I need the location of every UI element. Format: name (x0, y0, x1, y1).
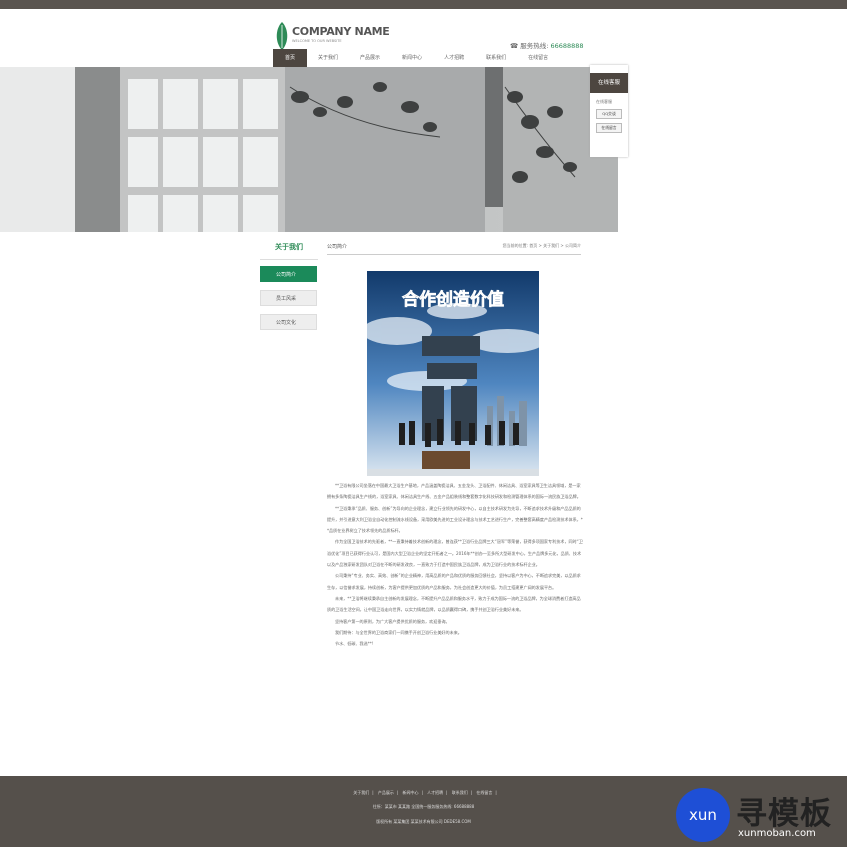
banner-image (0, 67, 618, 232)
footer-link-message[interactable]: 在线留言 (476, 790, 492, 795)
nav-item-contact[interactable]: 联系我们 (475, 49, 517, 67)
article-paragraph: 我们期待：与全世界的卫浴商家们一同携手开创卫浴行业美好的未来。 (335, 629, 462, 635)
article-paragraph: 坚持客户第一的原则，为广大客户提供优质的服务，欢迎垂询。 (335, 618, 450, 624)
watermark-logo: xun 寻模板 xunmoban.com (676, 786, 847, 842)
watermark-brand: 寻模板 (736, 796, 832, 832)
sidebar-item-label: 公司简介 (276, 272, 297, 278)
breadcrumb[interactable]: 您当前的位置: 首页 > 关于我们 > 公司简介 (503, 243, 581, 249)
article-paragraph: **卫浴秉承“品质、服务、创新”为导向的企业理念，建立行业领先的研发中心，以自主… (327, 505, 583, 534)
sidebar-title: 关于我们 (275, 243, 303, 251)
article-paragraph: 未来，**卫浴将继续秉承自主创新的发展理念，不断提升产品品质和服务水平，致力于成… (327, 595, 581, 613)
image-slogan: 合作创造价值 (402, 289, 504, 310)
nav-item-jobs[interactable]: 人才招聘 (433, 49, 475, 67)
main-nav: 首页 关于我们 产品展示 新闻中心 人才招聘 联系我们 在线留言 (273, 49, 559, 67)
sidebar-item-culture[interactable]: 公司文化 (260, 314, 317, 330)
top-bar (0, 0, 847, 9)
article-paragraph: 公司秉持“专业、务实、高效、创新”的企业精神，用高品质的产品和优质的服务回馈社会… (327, 573, 581, 590)
content-title: 公司简介 (327, 244, 348, 250)
company-tagline: WELCOME TO OUR WEBSITE (292, 39, 342, 43)
article-paragraph: **卫浴有限公司坐落在中国最大卫浴生产基地，产品涵盖陶瓷洁具、五金龙头、卫浴配件… (327, 483, 581, 500)
sidebar-divider (260, 259, 318, 260)
sidebar-item-label: 员工风采 (276, 296, 297, 302)
nav-item-about[interactable]: 关于我们 (307, 49, 349, 67)
online-service-label: 在线客服 (596, 99, 612, 104)
nav-item-home[interactable]: 首页 (273, 49, 308, 67)
watermark-url: xunmoban.com (738, 828, 816, 839)
footer-link-news[interactable]: 新闻中心 (403, 790, 419, 795)
site-header: COMPANY NAME WELCOME TO OUR WEBSITE ☎ 服务… (0, 9, 847, 50)
article-paragraph: 节水、低碳、我选**! (335, 641, 374, 647)
banner-whitespace (618, 67, 847, 232)
leaf-logo-icon (276, 22, 288, 50)
article-body: **卫浴有限公司坐落在中国最大卫浴生产基地，产品涵盖陶瓷洁具、五金龙头、卫浴配件… (327, 480, 583, 649)
nav-item-news[interactable]: 新闻中心 (391, 49, 433, 67)
sidebar-item-label: 公司文化 (276, 320, 297, 326)
sidebar-item-staff[interactable]: 员工风采 (260, 290, 317, 306)
footer-link-products[interactable]: 产品展示 (378, 790, 394, 795)
article-paragraph: 作为全国卫浴技术的先驱者，**一直秉持着技术创新的理念，曾连获**卫浴行业品牌三… (327, 539, 583, 568)
sidebar-item-company-profile[interactable]: 公司简介 (260, 266, 317, 282)
nav-item-products[interactable]: 产品展示 (349, 49, 391, 67)
footer-link-jobs[interactable]: 人才招聘 (427, 790, 443, 795)
online-service-title: 在线客服 (590, 73, 628, 93)
watermark-circle: xun (676, 788, 730, 842)
online-service-panel: 在线客服 在线客服 QQ交谈 在线留言 (590, 65, 628, 157)
company-name: COMPANY NAME (292, 25, 390, 38)
footer-link-contact[interactable]: 联系我们 (452, 790, 468, 795)
article-image: 合作创造价值 (362, 271, 545, 476)
nav-item-message[interactable]: 在线留言 (517, 49, 559, 67)
footer-link-about[interactable]: 关于我们 (353, 790, 369, 795)
qq-chat-button[interactable]: QQ交谈 (596, 109, 622, 119)
hero-banner (0, 67, 618, 232)
content-header: 公司简介 您当前的位置: 首页 > 关于我们 > 公司简介 (327, 241, 581, 255)
online-service-tab[interactable] (590, 65, 628, 73)
online-message-button[interactable]: 在线留言 (596, 123, 622, 133)
